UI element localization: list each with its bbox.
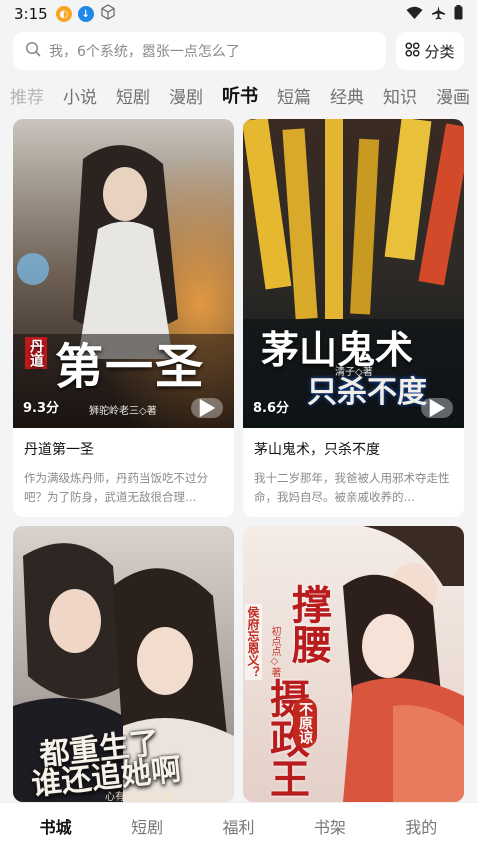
download-icon: ↓ bbox=[77, 6, 94, 22]
book-score: 9.3分 bbox=[23, 401, 60, 416]
book-cover[interactable]: 茅山鬼术 只杀不度 清子◇著 8.6分 bbox=[243, 119, 464, 428]
category-button[interactable]: 分类 bbox=[396, 32, 464, 70]
tab-short-drama[interactable]: 短剧 bbox=[116, 83, 150, 108]
book-title: 丹道第一圣 bbox=[24, 442, 94, 458]
nav-profile[interactable]: 我的 bbox=[386, 814, 456, 838]
nav-bookstore[interactable]: 书城 bbox=[21, 814, 91, 838]
app-screen: 3:15 ◐ ↓ 我，6个系统，嚣张一点怎么了 分类 推荐 小说 短剧 漫剧 听… bbox=[0, 0, 477, 848]
wifi-icon bbox=[406, 5, 423, 24]
book-info: 丹道第一圣 作为满级炼丹师，丹药当饭吃不过分吧？为了防身，武道无敌很合理… bbox=[13, 428, 234, 517]
tab-comic-drama[interactable]: 漫剧 bbox=[169, 83, 203, 108]
book-description: 我十二岁那年，我爸被人用邪术夺走性命，我妈自尽。被亲戚收养的… bbox=[254, 471, 450, 504]
cover-author: 初点点◇著 bbox=[269, 626, 280, 677]
tab-knowledge[interactable]: 知识 bbox=[383, 83, 417, 108]
book-title: 茅山鬼术，只杀不度 bbox=[254, 442, 380, 458]
tab-recommend[interactable]: 推荐 bbox=[10, 83, 44, 108]
book-cover[interactable]: 丹道 第一圣 狮驼岭老三◇著 9.3分 bbox=[13, 119, 234, 428]
cover-author: 清子◇著 bbox=[335, 367, 373, 378]
nav-bookshelf[interactable]: 书架 bbox=[295, 814, 365, 838]
status-time: 3:15 bbox=[14, 5, 48, 23]
search-icon bbox=[25, 41, 41, 61]
book-info: 茅山鬼术，只杀不度 我十二岁那年，我爸被人用邪术夺走性命，我妈自尽。被亲戚收养的… bbox=[243, 428, 464, 517]
book-cover[interactable]: 都重生了 谁还追她啊 心有浩然气◇著 bbox=[13, 526, 234, 802]
cover-title-small: 丹道 bbox=[25, 337, 47, 369]
cover-author: 狮驼岭老三◇著 bbox=[89, 406, 157, 417]
grid-icon bbox=[405, 41, 421, 61]
tab-short-story[interactable]: 短篇 bbox=[277, 83, 311, 108]
tab-audiobook[interactable]: 听书 bbox=[222, 82, 258, 108]
notification-app-icon: ◐ bbox=[55, 6, 72, 22]
search-placeholder: 我，6个系统，嚣张一点怎么了 bbox=[49, 44, 240, 60]
cover-title: 撑腰 bbox=[285, 584, 331, 664]
cover-seal: 不原谅 bbox=[293, 698, 317, 748]
tab-manga[interactable]: 漫画 bbox=[436, 83, 470, 108]
play-button[interactable] bbox=[421, 398, 453, 418]
book-description: 作为满级炼丹师，丹药当饭吃不过分吧？为了防身，武道无敌很合理… bbox=[24, 471, 208, 504]
cover-side-text: 侯府忘恩义？ bbox=[245, 604, 262, 680]
cube-icon bbox=[100, 4, 116, 24]
book-card[interactable]: 茅山鬼术 只杀不度 清子◇著 8.6分 茅山鬼术，只杀不度 我十二岁那年，我爸被… bbox=[243, 119, 464, 517]
cover-title: 第一圣 bbox=[55, 339, 206, 395]
search-input[interactable]: 我，6个系统，嚣张一点怎么了 bbox=[13, 32, 386, 70]
battery-icon bbox=[454, 4, 463, 24]
nav-welfare[interactable]: 福利 bbox=[203, 814, 273, 838]
play-button[interactable] bbox=[191, 398, 223, 418]
category-label: 分类 bbox=[424, 42, 455, 61]
book-card[interactable]: 都重生了 谁还追她啊 心有浩然气◇著 bbox=[13, 526, 234, 802]
tab-novel[interactable]: 小说 bbox=[63, 83, 97, 108]
book-cover[interactable]: 侯府忘恩义？ 撑腰 摄政王 不原谅 初点点◇著 bbox=[243, 526, 464, 802]
cover-author: 心有浩然气◇著 bbox=[105, 792, 173, 802]
play-icon bbox=[429, 398, 446, 418]
nav-short-drama[interactable]: 短剧 bbox=[112, 814, 182, 838]
status-bar: 3:15 ◐ ↓ bbox=[0, 0, 477, 28]
book-score: 8.6分 bbox=[253, 401, 290, 416]
category-tabs: 推荐 小说 短剧 漫剧 听书 短篇 经典 知识 漫画 bbox=[0, 78, 477, 112]
book-card[interactable]: 侯府忘恩义？ 撑腰 摄政王 不原谅 初点点◇著 bbox=[243, 526, 464, 802]
tab-classic[interactable]: 经典 bbox=[330, 83, 364, 108]
airplane-icon bbox=[431, 5, 446, 24]
bottom-navigation: 书城 短剧 福利 书架 我的 bbox=[0, 802, 477, 848]
search-row: 我，6个系统，嚣张一点怎么了 分类 bbox=[13, 32, 464, 70]
book-card[interactable]: 丹道 第一圣 狮驼岭老三◇著 9.3分 丹道第一圣 作为满级炼丹师，丹药当饭吃不… bbox=[13, 119, 234, 517]
play-icon bbox=[199, 398, 216, 418]
